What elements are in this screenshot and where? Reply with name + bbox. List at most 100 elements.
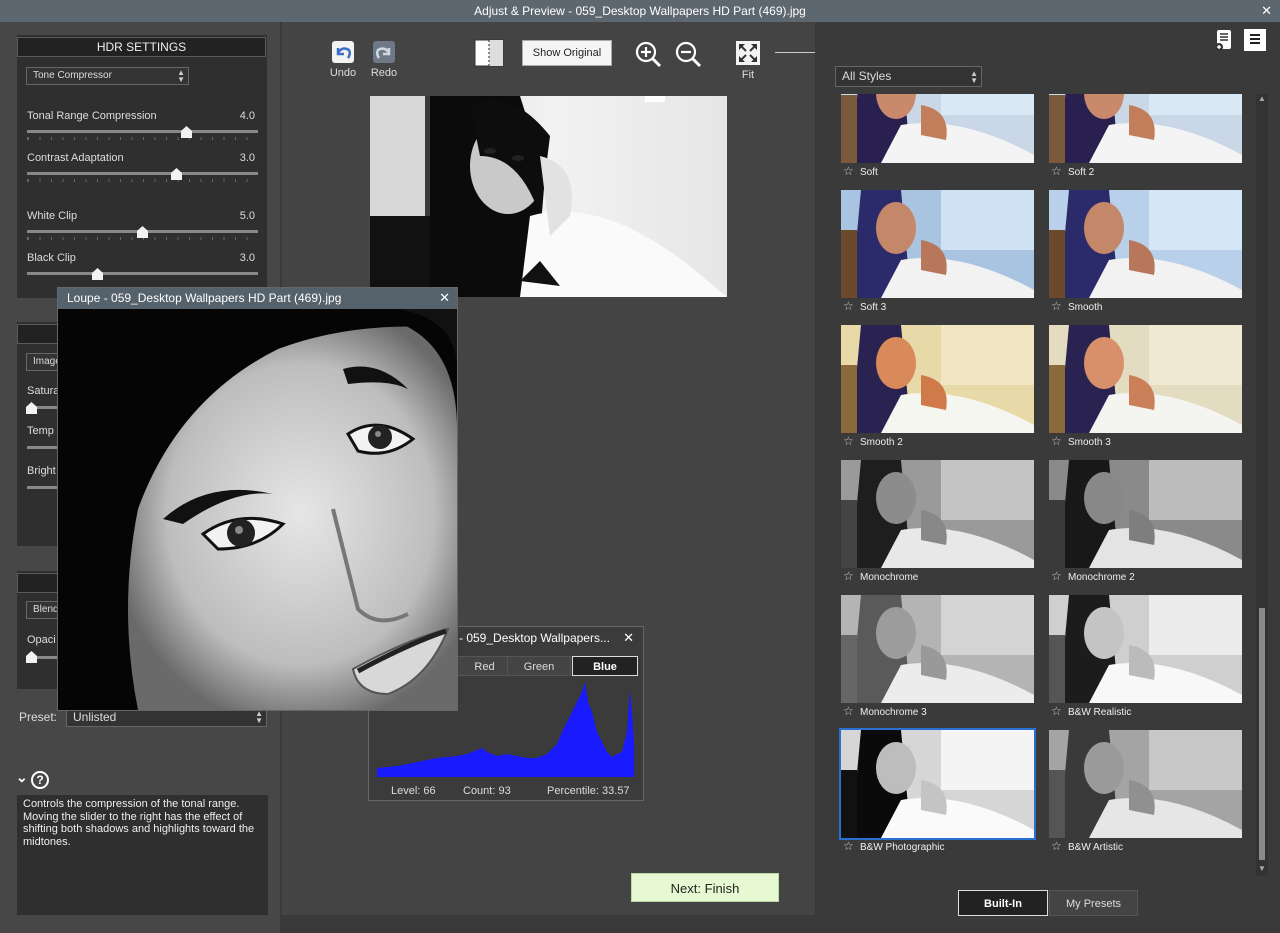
style-thumbnail[interactable]: ☆ Monochrome 2: [1049, 460, 1242, 584]
style-thumbnail[interactable]: ☆ B&W Artistic: [1049, 730, 1242, 854]
blend-mode-value: Blend: [33, 604, 59, 615]
slider-track-black-clip[interactable]: [27, 272, 258, 275]
style-thumbnail[interactable]: ☆ Monochrome: [841, 460, 1034, 584]
window-title: Adjust & Preview - 059_Desktop Wallpaper…: [474, 4, 806, 18]
zoom-in-icon[interactable]: [634, 40, 662, 68]
close-window-icon[interactable]: ✕: [1261, 0, 1272, 22]
redo-button[interactable]: Redo: [366, 40, 402, 79]
style-thumbnail-selected[interactable]: ☆ B&W Photographic: [839, 728, 1036, 854]
histogram-percentile: Percentile: 33.57: [547, 785, 630, 797]
slider-track-contrast[interactable]: [27, 172, 258, 175]
favorite-star-icon[interactable]: ☆: [1051, 163, 1063, 179]
loupe-title-bar[interactable]: Loupe - 059_Desktop Wallpapers HD Part (…: [58, 288, 457, 309]
style-thumbnail[interactable]: ☆ Monochrome 3: [841, 595, 1034, 719]
histogram-close-icon[interactable]: ✕: [623, 627, 634, 649]
style-label: Soft: [860, 167, 878, 178]
styles-scrollbar[interactable]: ▲ ▼: [1256, 94, 1268, 876]
style-thumbnail[interactable]: ☆ Smooth 3: [1049, 325, 1242, 449]
favorite-star-icon[interactable]: ☆: [843, 433, 855, 449]
favorite-star-icon[interactable]: ☆: [843, 838, 855, 854]
favorite-star-icon[interactable]: ☆: [843, 568, 855, 584]
style-preview-image: [1049, 325, 1242, 433]
histogram-title: - 059_Desktop Wallpapers...: [459, 631, 610, 645]
slider-label-tonal-range: Tonal Range Compression: [27, 110, 157, 122]
slider-thumb-saturation[interactable]: [26, 402, 37, 414]
scrollbar-thumb[interactable]: [1259, 608, 1265, 860]
preset-value: Unlisted: [73, 710, 117, 724]
favorite-star-icon[interactable]: ☆: [1051, 298, 1063, 314]
scroll-up-icon[interactable]: ▲: [1256, 94, 1268, 104]
add-style-icon[interactable]: [1212, 28, 1236, 52]
style-preview-image: [839, 728, 1036, 840]
help-text: Controls the compression of the tonal ra…: [23, 798, 255, 848]
histogram-level: Level: 66: [391, 785, 436, 797]
slider-label-white-clip: White Clip: [27, 210, 78, 222]
slider-track-tonal-range[interactable]: [27, 130, 258, 133]
menu-list-icon[interactable]: [1243, 28, 1267, 52]
preview-image[interactable]: [370, 96, 727, 297]
histogram-tab-blue[interactable]: Blue: [572, 656, 638, 676]
loupe-image[interactable]: [58, 309, 458, 710]
favorite-star-icon[interactable]: ☆: [1051, 568, 1063, 584]
zoom-slider-line[interactable]: [775, 52, 815, 53]
hdr-settings-header: HDR SETTINGS: [17, 37, 266, 57]
next-finish-button[interactable]: Next: Finish: [631, 873, 779, 902]
style-label: Smooth: [1068, 302, 1103, 313]
redo-label: Redo: [370, 67, 398, 79]
select-arrows-icon: ▲ ▼: [255, 709, 263, 725]
preset-label: Preset:: [19, 710, 58, 724]
style-thumbnail[interactable]: ☆ Smooth 2: [841, 325, 1034, 449]
scroll-down-icon[interactable]: ▼: [1256, 864, 1268, 874]
slider-value-contrast: 3.0: [239, 152, 255, 164]
slider-thumb-tonal-range[interactable]: [181, 126, 192, 138]
tab-my-presets[interactable]: My Presets: [1049, 890, 1138, 916]
style-preview-image: [841, 190, 1034, 298]
favorite-star-icon[interactable]: ☆: [1051, 838, 1063, 854]
loupe-window[interactable]: Loupe - 059_Desktop Wallpapers HD Part (…: [57, 287, 458, 711]
show-original-button[interactable]: Show Original: [522, 40, 612, 66]
undo-icon: [332, 41, 354, 63]
help-question-icon[interactable]: ?: [31, 771, 49, 789]
favorite-star-icon[interactable]: ☆: [843, 163, 855, 179]
histogram-tab-green[interactable]: Green: [507, 656, 571, 676]
tab-built-in[interactable]: Built-In: [958, 890, 1048, 916]
slider-ticks: [27, 179, 258, 182]
favorite-star-icon[interactable]: ☆: [1051, 703, 1063, 719]
loupe-title: Loupe - 059_Desktop Wallpapers HD Part (…: [67, 291, 342, 305]
split-view-button[interactable]: [474, 39, 504, 67]
split-view-icon: [474, 39, 504, 67]
style-thumbnail[interactable]: ☆ Soft: [841, 94, 1034, 179]
style-preview-image: [1049, 460, 1242, 568]
slider-value-black-clip: 3.0: [239, 252, 255, 264]
style-thumbnail[interactable]: ☆ Smooth: [1049, 190, 1242, 314]
favorite-star-icon[interactable]: ☆: [1051, 433, 1063, 449]
redo-icon: [373, 41, 395, 63]
slider-thumb-contrast[interactable]: [171, 168, 182, 180]
style-filter-select[interactable]: All Styles ▲ ▼: [835, 66, 982, 87]
slider-label-saturation: Satura: [27, 385, 60, 397]
style-label: Smooth 2: [860, 437, 903, 448]
undo-button[interactable]: Undo: [325, 40, 361, 79]
undo-label: Undo: [329, 67, 357, 79]
favorite-star-icon[interactable]: ☆: [843, 298, 855, 314]
loupe-close-icon[interactable]: ✕: [439, 288, 450, 308]
style-thumbnail[interactable]: ☆ Soft 2: [1049, 94, 1242, 179]
slider-label-brightness: Bright: [27, 465, 56, 477]
fit-button[interactable]: Fit: [734, 40, 762, 81]
style-label: Monochrome: [860, 572, 919, 583]
style-thumbnail[interactable]: ☆ Soft 3: [841, 190, 1034, 314]
zoom-out-icon[interactable]: [674, 40, 702, 68]
style-thumbnail[interactable]: ☆ B&W Realistic: [1049, 595, 1242, 719]
slider-ticks: [27, 137, 258, 140]
favorite-star-icon[interactable]: ☆: [843, 703, 855, 719]
histogram-tab-red[interactable]: Red: [456, 656, 513, 676]
slider-thumb-white-clip[interactable]: [137, 226, 148, 238]
hdr-method-value: Tone Compressor: [33, 70, 112, 81]
style-preview-image: [841, 595, 1034, 703]
question-mark: ?: [36, 773, 44, 787]
slider-label-contrast: Contrast Adaptation: [27, 152, 124, 164]
hdr-method-select[interactable]: Tone Compressor ▲ ▼: [26, 67, 189, 85]
slider-thumb-opacity[interactable]: [26, 651, 37, 663]
collapse-help-icon[interactable]: ⌄: [16, 769, 28, 786]
slider-thumb-black-clip[interactable]: [92, 268, 103, 280]
